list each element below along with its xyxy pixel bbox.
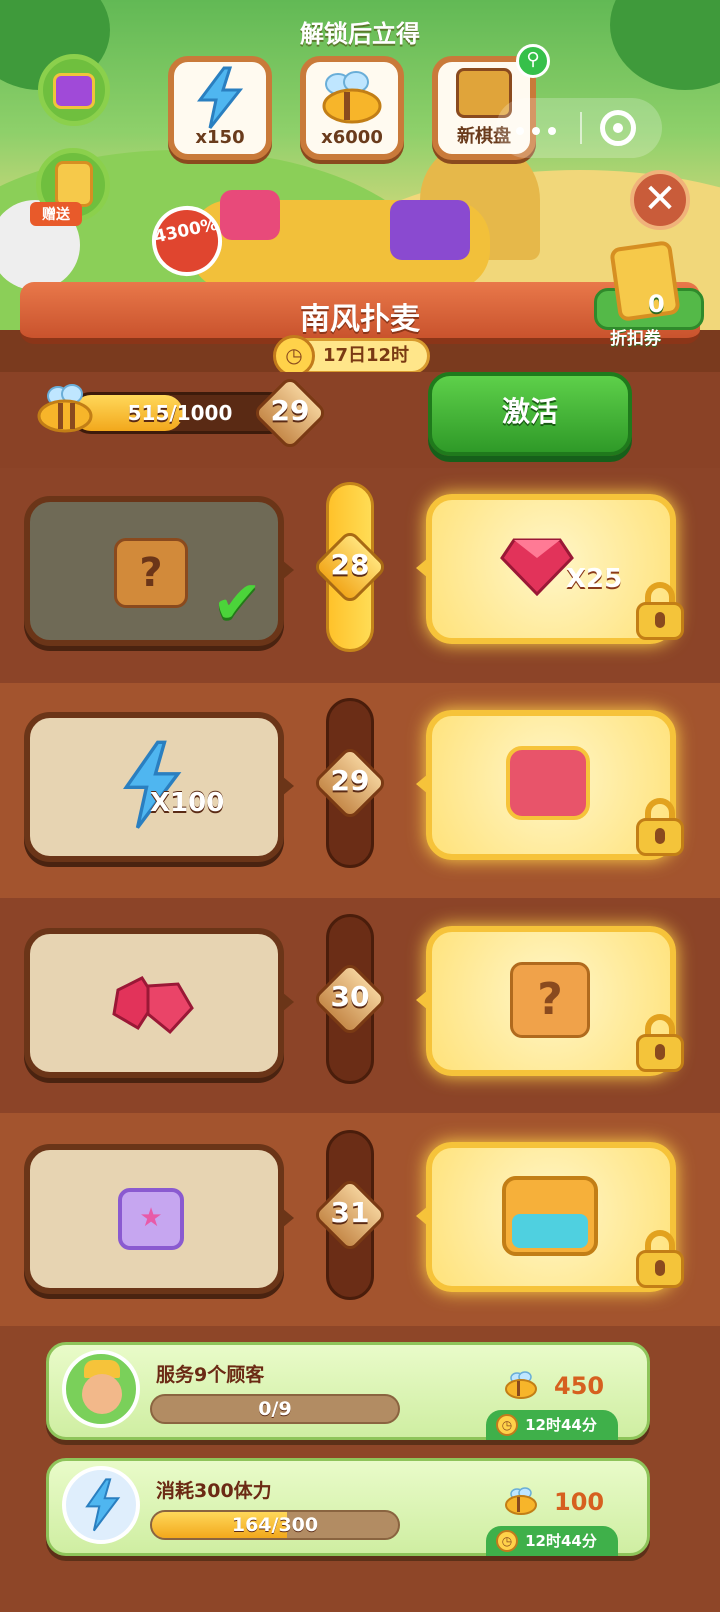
task-title: 消耗300体力 [156, 1480, 272, 1502]
level-number: 30 [330, 980, 370, 1013]
honey-bee-icon [322, 71, 382, 124]
energy-bolt-icon [197, 66, 244, 129]
red-chest-icon [506, 746, 590, 820]
task-time-text: 12时44分 [525, 1416, 597, 1434]
task-progress-text: 0/9 [258, 1398, 292, 1420]
clock-icon: ◷ [496, 1530, 518, 1552]
close-button[interactable]: ✕ [630, 170, 690, 230]
task-progress-text: 164/300 [231, 1514, 319, 1536]
task-progress-bar: 164/300 [150, 1510, 400, 1540]
clock-icon: ◷ [496, 1414, 518, 1436]
energy-avatar-icon [62, 1466, 140, 1544]
task-title: 服务9个顾客 [156, 1364, 265, 1386]
free-reward-31[interactable]: ★ [24, 1144, 294, 1294]
search-icon[interactable]: ⚲ [516, 44, 550, 78]
coupon-label: 折扣券 [610, 329, 661, 349]
level-number: 31 [330, 1196, 370, 1229]
mini-program-capsule[interactable] [496, 98, 662, 158]
unlock-reward-honey[interactable]: x6000 [300, 56, 404, 160]
lock-icon [636, 1230, 684, 1288]
treasure-chest-icon [502, 1176, 598, 1256]
honey-bee-icon [37, 384, 93, 433]
event-timer: ◷ 17日12时 [273, 335, 430, 377]
task-time-text: 12时44分 [525, 1532, 597, 1550]
coupon-count: 0 [648, 290, 665, 318]
honey-bee-icon [505, 1371, 537, 1399]
pink-giftbox [220, 190, 280, 240]
lock-icon [636, 798, 684, 856]
mystery-box-icon: ? [114, 538, 188, 608]
free-reward-30[interactable] [24, 928, 294, 1078]
unlock-title: 解锁后立得 [300, 20, 420, 48]
activate-button[interactable]: 激活 [428, 372, 632, 456]
claimed-check-icon: ✔ [212, 568, 263, 638]
more-icon[interactable] [516, 120, 576, 136]
farmer-avatar-icon [62, 1350, 140, 1428]
honey-bee-icon [505, 1487, 537, 1515]
task-timer: ◷ 12时44分 [486, 1526, 618, 1556]
discount-coupon[interactable]: 0 折扣券 [594, 240, 704, 350]
lock-icon [636, 582, 684, 640]
ticket-icon [55, 161, 93, 207]
lock-icon [636, 1014, 684, 1072]
timer-text: 17日12时 [322, 345, 410, 366]
free-reward-29[interactable]: X100 [24, 712, 294, 862]
energy-bolt-icon [85, 1478, 121, 1532]
purple-chest-icon: ★ [118, 1188, 184, 1250]
reward-value: x150 [195, 127, 245, 148]
task-progress-bar: 0/9 [150, 1394, 400, 1424]
reward-quantity: X100 [150, 788, 225, 818]
task-timer: ◷ 12时44分 [486, 1410, 618, 1440]
gift-label: 赠送 [30, 202, 82, 226]
reward-value: x6000 [321, 127, 383, 148]
gift-chest-button[interactable] [38, 54, 110, 126]
unlock-reward-energy[interactable]: x150 [168, 56, 272, 160]
mystery-box-icon: ? [510, 962, 590, 1038]
task-reward: 450 [554, 1372, 605, 1400]
coupon-ticket-icon [609, 240, 681, 322]
level-number: 29 [330, 764, 370, 797]
current-level: 29 [270, 394, 310, 427]
purple-giftbox [390, 200, 470, 260]
purple-gift-icon [53, 73, 95, 109]
close-app-icon[interactable] [600, 110, 636, 146]
free-reward-28[interactable]: ? ✔ [24, 496, 294, 646]
level-number: 28 [330, 548, 370, 581]
clock-icon: ◷ [273, 335, 315, 377]
task-reward: 100 [554, 1488, 605, 1516]
reward-quantity: X25 [566, 564, 623, 594]
ruby-pile-icon [112, 976, 194, 1035]
ruby-gem-icon [500, 538, 574, 596]
